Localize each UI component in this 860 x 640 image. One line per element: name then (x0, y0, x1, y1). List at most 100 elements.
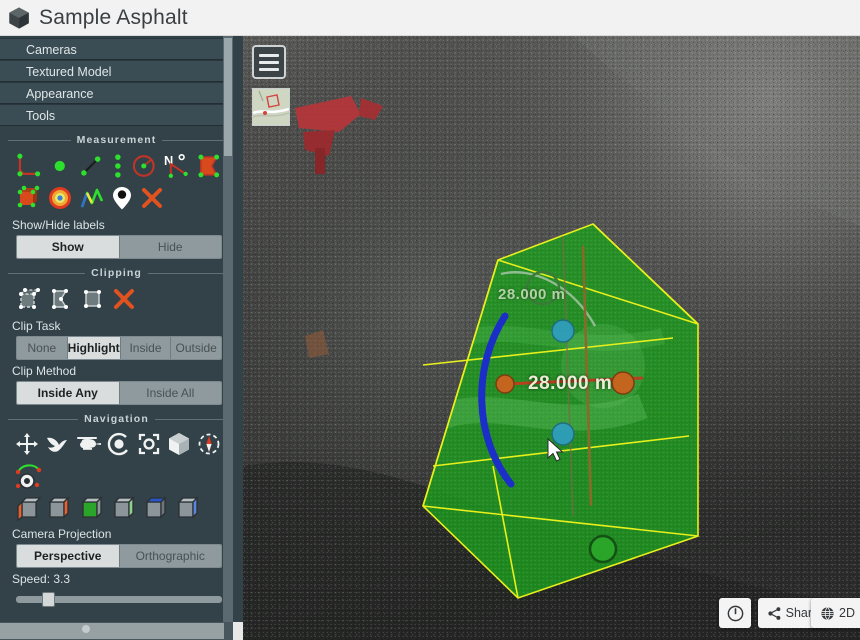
show-labels-button[interactable]: Show (17, 236, 120, 258)
distance-measure-icon[interactable] (77, 152, 105, 180)
clip-task-outside-button[interactable]: Outside (171, 337, 221, 359)
perspective-projection-button[interactable]: Perspective (17, 545, 120, 567)
navigation-tools-row-1 (8, 429, 225, 459)
helicopter-navigation-icon[interactable] (74, 431, 102, 457)
clip-method-inside-any-button[interactable]: Inside Any (17, 382, 120, 404)
clip-plane-icon[interactable] (78, 285, 106, 313)
speed-slider-thumb[interactable] (42, 592, 55, 607)
sidebar-vertical-scrollbar-thumb[interactable] (224, 38, 232, 156)
speed-label: Speed: 3.3 (12, 572, 71, 586)
power-info-icon (727, 605, 743, 621)
section-title: Clipping (91, 267, 142, 279)
view-back-icon[interactable] (110, 495, 138, 521)
divider-right (162, 139, 226, 141)
sidebar-item-textured-model[interactable]: Textured Model (0, 60, 233, 82)
menu-bar-1 (259, 53, 279, 57)
3d-viewport[interactable]: 28.000 m 28.000 m Share 2D (243, 36, 860, 640)
remove-clip-icon[interactable] (110, 285, 138, 313)
section-title: Measurement (76, 134, 157, 146)
navigation-section: Navigation Camera Projection Perspective… (0, 413, 233, 607)
sidebar-item-tools[interactable]: Tools (0, 104, 233, 126)
menu-bar-2 (259, 60, 279, 64)
profile-measure-icon[interactable] (78, 184, 106, 212)
clip-method-inside-all-button[interactable]: Inside All (119, 382, 221, 404)
measurement-header: Measurement (8, 134, 226, 146)
clip-task-inside-button[interactable]: Inside (120, 337, 172, 359)
sidebar-menu: Cameras Textured Model Appearance Tools (0, 36, 233, 126)
area-measure-icon[interactable] (195, 152, 223, 180)
view-top-icon[interactable] (142, 495, 170, 521)
minimap-image (253, 89, 289, 125)
sidebar-item-cameras[interactable]: Cameras (0, 38, 233, 60)
view-front-icon[interactable] (78, 495, 106, 521)
application-window: Sample Asphalt Cameras Textured Model Ap… (0, 0, 860, 640)
show-hide-labels-group: Show Hide (16, 235, 222, 259)
globe-icon (821, 606, 834, 620)
sidebar-horizontal-scrollbar[interactable] (0, 622, 233, 640)
view-mode-label: 2D (839, 606, 855, 620)
clipping-tools-row (8, 283, 225, 315)
hide-labels-button[interactable]: Hide (119, 236, 221, 258)
divider-right (154, 418, 225, 420)
info-button[interactable] (719, 598, 751, 628)
title-bar: Sample Asphalt (0, 0, 860, 36)
gizmo-handle-base (588, 534, 618, 564)
view-mode-button[interactable]: 2D (811, 598, 860, 628)
gizmo-handle-bottom (551, 422, 575, 446)
minimap-thumbnail[interactable] (252, 88, 290, 126)
cube-navigation-icon[interactable] (166, 431, 192, 457)
gizmo-handle-left (495, 374, 515, 394)
speed-slider[interactable] (16, 592, 222, 607)
fly-navigation-icon[interactable] (44, 431, 70, 457)
show-hide-labels-label: Show/Hide labels (12, 218, 105, 232)
orthographic-projection-button[interactable]: Orthographic (119, 545, 221, 567)
share-icon (767, 606, 780, 620)
sidebar: Cameras Textured Model Appearance Tools … (0, 36, 243, 640)
orbit-navigation-icon[interactable] (106, 431, 132, 457)
sidebar-horizontal-scrollbar-thumb[interactable] (0, 623, 224, 639)
scrollbar-corner (233, 622, 243, 640)
view-right-icon[interactable] (46, 495, 74, 521)
clip-volume-icon[interactable] (14, 285, 42, 313)
gizmo-handle-right (611, 371, 635, 395)
sidebar-content: Cameras Textured Model Appearance Tools … (0, 36, 233, 622)
page-title: Sample Asphalt (39, 5, 188, 29)
circle-measure-icon[interactable] (130, 152, 158, 180)
remove-measurement-icon[interactable] (138, 184, 166, 212)
heightmap-measure-icon[interactable] (46, 184, 74, 212)
navigation-tools-row-2 (8, 459, 225, 493)
gizmo-handle-top (551, 319, 575, 343)
sidebar-item-label: Appearance (26, 87, 94, 101)
measurement-tools-row-1: N (8, 150, 225, 182)
divider-left (8, 418, 79, 420)
height-measure-icon[interactable] (109, 152, 127, 180)
clip-method-group: Inside Any Inside All (16, 381, 222, 405)
measurement-section: Measurement N Show/Hide labels Show Hide (0, 134, 233, 259)
annotation-pin-icon[interactable] (110, 184, 134, 212)
sidebar-vertical-scrollbar[interactable] (223, 36, 233, 622)
angle-measure-icon[interactable] (14, 152, 42, 180)
view-cubes-row (8, 493, 225, 523)
azimuth-measure-icon[interactable]: N (162, 152, 192, 180)
clipping-header: Clipping (8, 267, 226, 279)
divider-left (8, 272, 86, 274)
pan-navigation-icon[interactable] (14, 431, 40, 457)
distance-label-top: 28.000 m (498, 286, 566, 303)
focus-navigation-icon[interactable] (136, 431, 162, 457)
compass-navigation-icon[interactable] (196, 431, 222, 457)
camera-projection-label: Camera Projection (12, 527, 112, 541)
clip-polygon-icon[interactable] (46, 285, 74, 313)
sidebar-item-appearance[interactable]: Appearance (0, 82, 233, 104)
camera-animation-icon[interactable] (14, 461, 46, 491)
view-bottom-icon[interactable] (174, 495, 202, 521)
hamburger-menu-icon[interactable] (252, 45, 286, 79)
volume-measure-icon[interactable] (14, 184, 42, 212)
point-measure-icon[interactable] (46, 152, 74, 180)
clip-task-highlight-button[interactable]: Highlight (67, 337, 121, 359)
distance-label-28: 28.000 m (528, 373, 613, 394)
sidebar-item-label: Tools (26, 109, 56, 123)
measurement-tools-row-2 (8, 182, 225, 214)
navigation-header: Navigation (8, 413, 225, 425)
clip-task-none-button[interactable]: None (17, 337, 68, 359)
view-left-icon[interactable] (14, 495, 42, 521)
